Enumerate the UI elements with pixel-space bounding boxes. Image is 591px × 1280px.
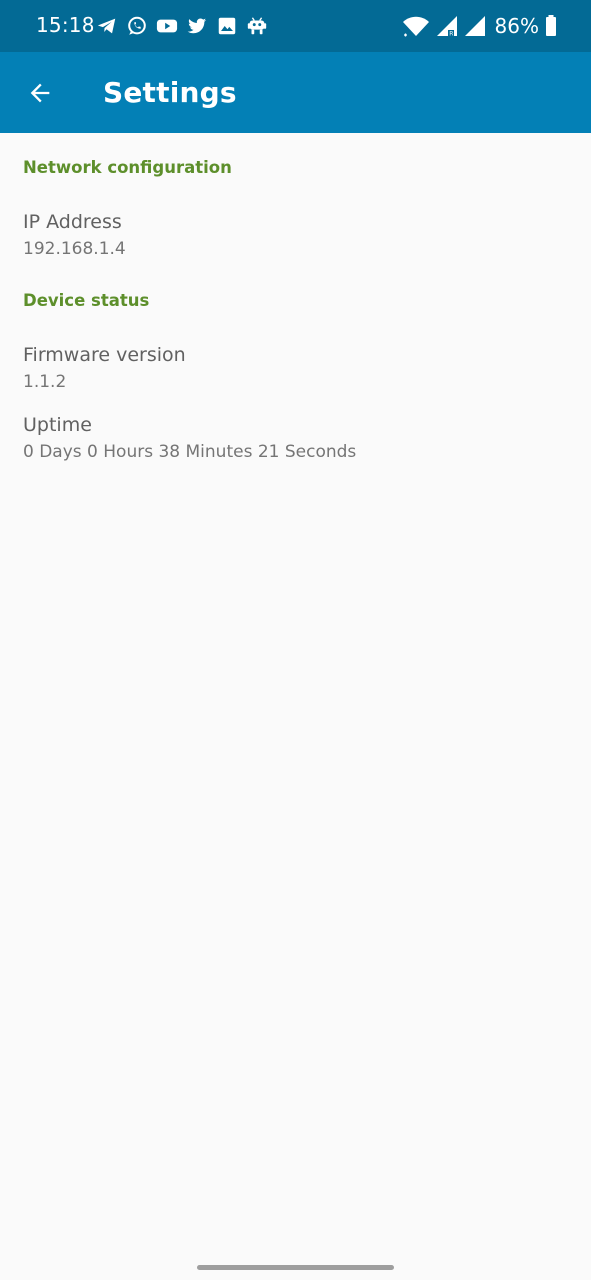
battery-percent: 86% xyxy=(494,14,539,38)
pref-summary: 1.1.2 xyxy=(23,372,67,392)
telegram-icon xyxy=(97,18,116,34)
back-button[interactable] xyxy=(14,67,66,119)
system-icons: R 86% xyxy=(401,12,557,40)
status-time: 15:18 xyxy=(36,13,95,37)
page-title: Settings xyxy=(103,76,237,109)
gesture-nav-handle[interactable] xyxy=(197,1265,394,1270)
category-network-configuration: Network configuration xyxy=(23,158,232,177)
status-bar: 15:18 R 86% xyxy=(0,0,591,52)
twitter-icon xyxy=(187,18,207,34)
notification-icons xyxy=(96,14,276,38)
whatsapp-icon xyxy=(128,16,146,35)
pref-title: Firmware version xyxy=(23,344,186,366)
arrow-back-icon xyxy=(30,83,50,103)
image-icon xyxy=(218,17,236,35)
pref-title: IP Address xyxy=(23,211,122,233)
youtube-icon xyxy=(156,19,178,33)
android-robot-icon xyxy=(247,17,267,35)
signal-roaming-icon xyxy=(464,16,485,36)
category-device-status: Device status xyxy=(23,291,150,310)
app-bar: Settings xyxy=(0,52,591,133)
signal-icon: R xyxy=(436,16,457,38)
pref-ip-address[interactable]: IP Address 192.168.1.4 xyxy=(0,211,591,277)
pref-uptime[interactable]: Uptime 0 Days 0 Hours 38 Minutes 21 Seco… xyxy=(0,414,591,480)
pref-summary: 0 Days 0 Hours 38 Minutes 21 Seconds xyxy=(23,442,357,462)
pref-firmware-version[interactable]: Firmware version 1.1.2 xyxy=(0,344,591,410)
battery-icon xyxy=(546,15,556,36)
pref-summary: 192.168.1.4 xyxy=(23,239,126,259)
svg-text:R: R xyxy=(449,31,453,38)
pref-title: Uptime xyxy=(23,414,92,436)
wifi-icon xyxy=(402,16,429,37)
